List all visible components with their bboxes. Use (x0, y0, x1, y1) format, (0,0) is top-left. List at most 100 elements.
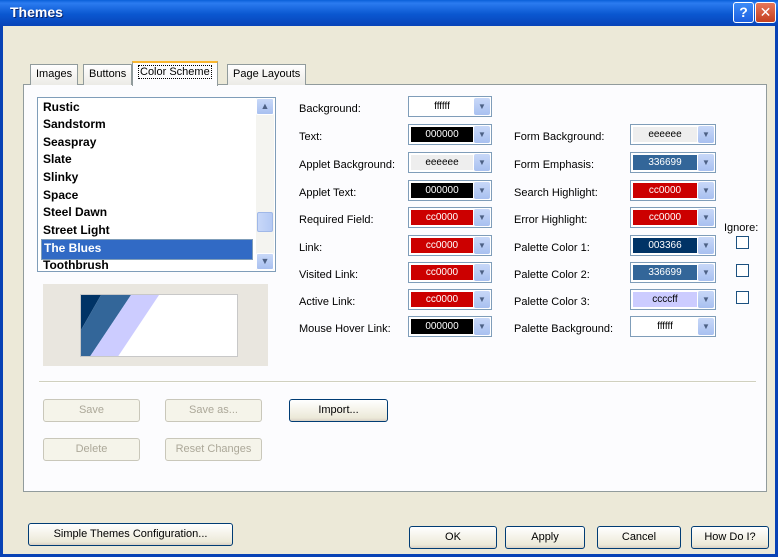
chevron-down-icon: ▼ (698, 291, 714, 308)
palette-color-1-value: 003366 (633, 238, 697, 253)
label-link: Link: (299, 242, 323, 254)
chevron-down-icon: ▼ (474, 98, 490, 115)
chevron-down-icon: ▼ (698, 154, 714, 171)
palette-color-3-select[interactable]: ccccff ▼ (630, 289, 716, 310)
chevron-down-icon: ▼ (698, 126, 714, 143)
palette-color-2-value: 336699 (633, 265, 697, 280)
how-do-i-button[interactable]: How Do I? (691, 526, 769, 549)
list-item[interactable]: Sandstorm (41, 116, 255, 133)
palette-background-select[interactable]: ffffff ▼ (630, 316, 716, 337)
text-color-value: 000000 (411, 127, 473, 142)
theme-listbox[interactable]: Rustic Sandstorm Seaspray Slate Slinky S… (37, 97, 276, 272)
divider (39, 381, 756, 383)
ignore-checkbox-1[interactable] (736, 236, 749, 249)
label-background: Background: (299, 103, 361, 115)
required-field-select[interactable]: cc0000 ▼ (408, 207, 492, 228)
active-link-value: cc0000 (411, 292, 473, 307)
scroll-down-icon[interactable]: ▼ (256, 253, 274, 270)
chevron-down-icon: ▼ (698, 318, 714, 335)
error-highlight-value: cc0000 (633, 210, 697, 225)
tab-page-layouts[interactable]: Page Layouts (227, 64, 307, 85)
search-highlight-select[interactable]: cc0000 ▼ (630, 180, 716, 201)
list-item[interactable]: Rustic (41, 99, 255, 116)
list-item[interactable]: Toothbrush (41, 257, 255, 271)
simple-themes-configuration-button[interactable]: Simple Themes Configuration... (28, 523, 233, 546)
close-button[interactable]: ✕ (755, 2, 776, 23)
label-error-highlight: Error Highlight: (514, 214, 588, 226)
save-as-button[interactable]: Save as... (165, 399, 262, 422)
ignore-checkbox-3[interactable] (736, 291, 749, 304)
list-scrollbar[interactable] (256, 98, 274, 270)
active-link-select[interactable]: cc0000 ▼ (408, 289, 492, 310)
applet-text-value: 000000 (411, 183, 473, 198)
ignore-checkbox-2[interactable] (736, 264, 749, 277)
form-background-select[interactable]: eeeeee ▼ (630, 124, 716, 145)
label-palette-color-2: Palette Color 2: (514, 269, 590, 281)
label-palette-background: Palette Background: (514, 323, 614, 335)
chevron-down-icon: ▼ (698, 182, 714, 199)
theme-preview (80, 294, 238, 357)
list-item[interactable]: Seaspray (41, 134, 255, 151)
chevron-down-icon: ▼ (474, 182, 490, 199)
palette-color-2-select[interactable]: 336699 ▼ (630, 262, 716, 283)
chevron-down-icon: ▼ (474, 154, 490, 171)
chevron-down-icon: ▼ (474, 291, 490, 308)
chevron-down-icon: ▼ (474, 318, 490, 335)
cancel-button[interactable]: Cancel (597, 526, 681, 549)
search-highlight-value: cc0000 (633, 183, 697, 198)
mouse-hover-link-value: 000000 (411, 319, 473, 334)
scroll-up-icon[interactable]: ▲ (256, 98, 274, 115)
visited-link-select[interactable]: cc0000 ▼ (408, 262, 492, 283)
label-active-link: Active Link: (299, 296, 356, 308)
label-search-highlight: Search Highlight: (514, 187, 598, 199)
label-required-field: Required Field: (299, 214, 374, 226)
import-button[interactable]: Import... (289, 399, 388, 422)
label-text: Text: (299, 131, 323, 143)
required-field-value: cc0000 (411, 210, 473, 225)
error-highlight-select[interactable]: cc0000 ▼ (630, 207, 716, 228)
link-select[interactable]: cc0000 ▼ (408, 235, 492, 256)
form-emphasis-value: 336699 (633, 155, 697, 170)
chevron-down-icon: ▼ (474, 126, 490, 143)
apply-button[interactable]: Apply (505, 526, 585, 549)
label-form-background: Form Background: (514, 131, 605, 143)
chevron-down-icon: ▼ (474, 264, 490, 281)
list-item[interactable]: Space (41, 187, 255, 204)
visited-link-value: cc0000 (411, 265, 473, 280)
list-item[interactable]: Steel Dawn (41, 204, 255, 221)
ignore-label: Ignore: (724, 222, 759, 234)
palette-color-3-value: ccccff (633, 292, 697, 307)
chevron-down-icon: ▼ (474, 209, 490, 226)
ok-button[interactable]: OK (409, 526, 497, 549)
title-bar (0, 0, 778, 26)
window-border-left (0, 26, 3, 557)
form-background-value: eeeeee (633, 127, 697, 142)
save-button[interactable]: Save (43, 399, 140, 422)
list-item[interactable]: Slinky (41, 169, 255, 186)
chevron-down-icon: ▼ (698, 264, 714, 281)
list-item[interactable]: Slate (41, 151, 255, 168)
label-palette-color-3: Palette Color 3: (514, 296, 590, 308)
label-form-emphasis: Form Emphasis: (514, 159, 595, 171)
background-select[interactable]: ffffff ▼ (408, 96, 492, 117)
applet-text-select[interactable]: 000000 ▼ (408, 180, 492, 201)
text-color-select[interactable]: 000000 ▼ (408, 124, 492, 145)
palette-color-1-select[interactable]: 003366 ▼ (630, 235, 716, 256)
mouse-hover-link-select[interactable]: 000000 ▼ (408, 316, 492, 337)
label-applet-text: Applet Text: (299, 187, 357, 199)
tab-buttons[interactable]: Buttons (83, 64, 133, 85)
preview-swatch-image (81, 295, 159, 356)
window-title: Themes (10, 4, 63, 20)
chevron-down-icon: ▼ (474, 237, 490, 254)
chevron-down-icon: ▼ (698, 209, 714, 226)
reset-changes-button[interactable]: Reset Changes (165, 438, 262, 461)
form-emphasis-select[interactable]: 336699 ▼ (630, 152, 716, 173)
help-button[interactable]: ? (733, 2, 754, 23)
list-item[interactable]: Street Light (41, 222, 255, 239)
link-value: cc0000 (411, 238, 473, 253)
tab-color-scheme[interactable]: Color Scheme (132, 61, 218, 86)
tab-images[interactable]: Images (30, 64, 79, 85)
applet-background-select[interactable]: eeeeee ▼ (408, 152, 492, 173)
scrollbar-thumb[interactable] (257, 212, 273, 232)
delete-button[interactable]: Delete (43, 438, 140, 461)
